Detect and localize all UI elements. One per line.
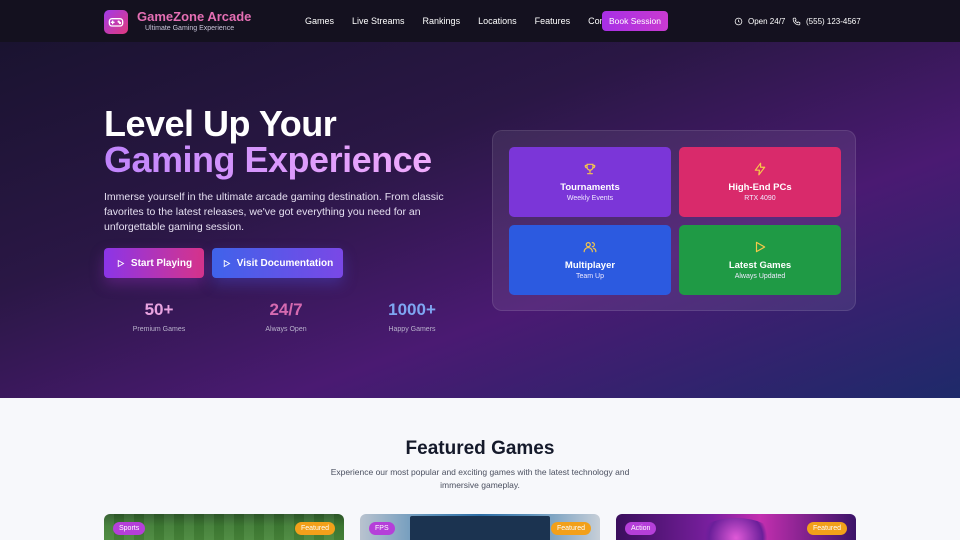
play-icon <box>223 259 231 267</box>
play-icon <box>117 259 125 267</box>
nav-link-rankings[interactable]: Rankings <box>423 16 461 26</box>
game-card-action[interactable]: Action Featured <box>616 514 856 540</box>
users-icon <box>583 242 597 253</box>
game-card-image <box>410 516 550 540</box>
brand[interactable]: GameZone Arcade Ultimate Gaming Experien… <box>104 9 251 34</box>
clock-icon <box>734 17 743 25</box>
trophy-icon <box>584 163 596 175</box>
featured-badge: Featured <box>294 522 335 535</box>
start-playing-label: Start Playing <box>130 257 193 269</box>
game-card-image <box>696 518 776 540</box>
feature-panel: Tournaments Weekly Events High-End PCs R… <box>492 130 856 311</box>
feature-card-tournaments[interactable]: Tournaments Weekly Events <box>509 147 671 217</box>
feature-subtitle: Team Up <box>575 273 604 280</box>
phone-text: (555) 123-4567 <box>806 16 861 26</box>
phone-icon <box>792 17 801 25</box>
game-card-fps[interactable]: FPS Featured <box>360 514 600 540</box>
feature-title: Tournaments <box>560 182 620 193</box>
featured-games-description: Experience our most popular and exciting… <box>330 467 630 490</box>
featured-badge: Featured <box>550 522 591 535</box>
nav-link-features[interactable]: Features <box>535 16 571 26</box>
category-badge: Sports <box>113 522 146 535</box>
main-menu: Games Live Streams Rankings Locations Fe… <box>305 0 637 42</box>
feature-card-latest-games[interactable]: Latest Games Always Updated <box>679 225 841 295</box>
visit-documentation-button[interactable]: Visit Documentation <box>212 248 343 278</box>
stat-label: Premium Games <box>132 326 186 333</box>
hours-text: Open 24/7 <box>748 16 786 26</box>
start-playing-button[interactable]: Start Playing <box>104 248 204 278</box>
brand-tagline: Ultimate Gaming Experience <box>145 25 235 32</box>
category-badge: Action <box>625 522 657 535</box>
stat-value: 50+ <box>144 300 174 319</box>
phone-info[interactable]: (555) 123-4567 <box>792 0 861 42</box>
hero-description: Immerse yourself in the ultimate arcade … <box>104 191 444 233</box>
nav-link-locations[interactable]: Locations <box>478 16 517 26</box>
stat-value: 1000+ <box>388 300 436 319</box>
feature-title: Latest Games <box>728 260 792 271</box>
hero-title-line1: Level Up Your <box>104 103 337 144</box>
stat-label: Always Open <box>265 326 307 333</box>
play-icon <box>755 241 766 253</box>
feature-subtitle: Always Updated <box>734 273 786 280</box>
stat-value: 24/7 <box>269 300 303 319</box>
nav-link-live-streams[interactable]: Live Streams <box>352 16 405 26</box>
book-session-button[interactable]: Book Session <box>602 11 668 31</box>
featured-badge: Featured <box>806 522 847 535</box>
hero-section: Level Up Your Gaming Experience Immerse … <box>0 42 960 398</box>
game-card-sports[interactable]: Sports Featured <box>104 514 344 540</box>
feature-subtitle: RTX 4090 <box>744 195 776 202</box>
featured-games-title: Featured Games <box>405 438 555 459</box>
category-badge: FPS <box>369 522 395 535</box>
stat-premium-games: 50+ Premium Games <box>104 300 214 333</box>
stat-always-open: 24/7 Always Open <box>231 300 341 333</box>
hours-info: Open 24/7 <box>734 0 785 42</box>
stat-happy-gamers: 1000+ Happy Gamers <box>357 300 467 333</box>
nav-link-games[interactable]: Games <box>305 16 334 26</box>
brand-name: GameZone Arcade <box>137 9 252 24</box>
stat-label: Happy Gamers <box>388 326 436 333</box>
gamepad-icon <box>104 9 128 34</box>
feature-card-high-end-pcs[interactable]: High-End PCs RTX 4090 <box>679 147 841 217</box>
feature-subtitle: Weekly Events <box>566 195 614 202</box>
lightning-icon <box>754 162 766 176</box>
feature-card-multiplayer[interactable]: Multiplayer Team Up <box>509 225 671 295</box>
feature-title: High-End PCs <box>728 182 792 193</box>
top-nav: GameZone Arcade Ultimate Gaming Experien… <box>0 0 960 42</box>
visit-documentation-label: Visit Documentation <box>236 257 334 269</box>
hero-title-line2: Gaming Experience <box>104 139 432 180</box>
feature-title: Multiplayer <box>564 260 616 271</box>
